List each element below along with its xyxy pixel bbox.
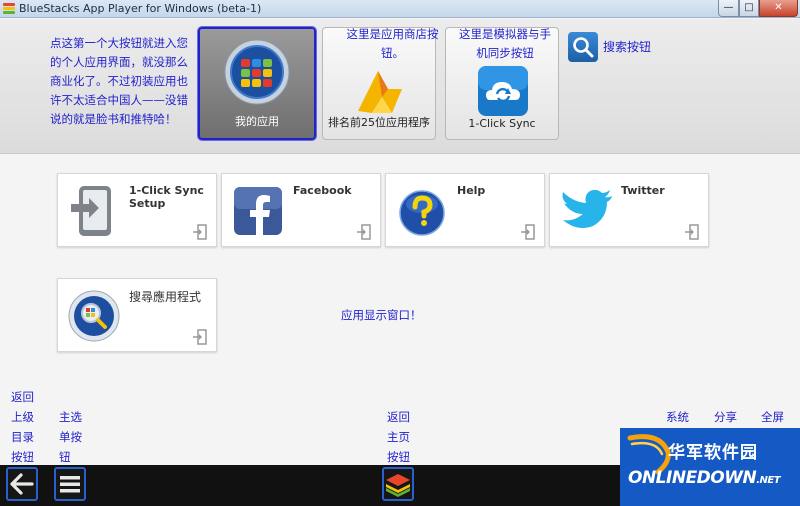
annotation-app-window: 应用显示窗口！ <box>341 308 422 322</box>
back-arrow-icon <box>10 473 34 495</box>
sync-label: 1-Click Sync <box>468 117 536 130</box>
annotation-share: 分享 <box>714 410 737 424</box>
onlinedown-watermark: 华军软件园 ONLINEDOWN.NET <box>620 428 800 506</box>
search-apps-icon <box>68 290 120 342</box>
app-tile-help[interactable]: Help <box>385 173 545 247</box>
my-apps-label: 我的应用 <box>235 115 279 128</box>
enter-icon[interactable] <box>192 329 208 345</box>
annotation-fullscreen: 全屏 <box>761 410 784 424</box>
back-button[interactable] <box>6 467 38 501</box>
annotation-system: 系统 <box>666 410 689 424</box>
watermark-brand: ONLINEDOWN <box>628 468 757 488</box>
app-store-arrow-icon <box>358 71 402 113</box>
bluestacks-home-icon <box>386 474 410 497</box>
help-icon <box>399 190 445 236</box>
annotation-home: 按钮 <box>387 450 410 464</box>
search-icon <box>573 37 594 58</box>
watermark-en-text: ONLINEDOWN.NET <box>628 468 781 488</box>
menu-icon <box>60 476 80 493</box>
app-tile-search-apps[interactable]: 搜尋應用程式 <box>57 278 217 352</box>
app-tile-twitter[interactable]: Twitter <box>549 173 709 247</box>
app-label: Facebook <box>293 184 352 197</box>
annotation-home: 返回 <box>387 410 410 424</box>
top-toolbar: 点这第一个大按钮就进入您的个人应用界面，就没那么商业化了。不过初装应用也许不太适… <box>0 19 800 154</box>
top-apps-label: 排名前25位应用程序 <box>328 116 430 129</box>
bluestacks-logo-icon <box>3 3 15 14</box>
minimize-button[interactable]: — <box>718 0 739 17</box>
phone-sync-icon <box>71 186 111 236</box>
enter-icon[interactable] <box>684 224 700 240</box>
app-label: Twitter <box>621 184 665 197</box>
annotation-back: 上级 <box>11 410 34 424</box>
window-title: BlueStacks App Player for Windows (beta-… <box>19 2 262 15</box>
annotation-back: 目录 <box>11 430 34 444</box>
menu-button[interactable] <box>54 467 86 501</box>
annotation-sync: 这里是模拟器与手机同步按钮 <box>459 27 551 60</box>
annotation-menu: 主选 <box>59 410 82 424</box>
home-button[interactable] <box>382 467 414 501</box>
my-apps-button[interactable]: 我的应用 <box>198 27 316 140</box>
annotation-search: 搜索按钮 <box>603 40 652 54</box>
my-apps-icon <box>224 39 290 105</box>
watermark-suffix: .NET <box>756 475 781 486</box>
cloud-sync-icon <box>478 66 528 116</box>
annotation-my-apps: 点这第一个大按钮就进入您的个人应用界面，就没那么商业化了。不过初装应用也许不太适… <box>50 36 188 126</box>
app-label: Help <box>457 184 486 197</box>
app-tile-facebook[interactable]: Facebook <box>221 173 381 247</box>
search-button[interactable] <box>568 32 598 62</box>
twitter-bird-icon <box>562 189 612 228</box>
enter-icon[interactable] <box>520 224 536 240</box>
annotation-home: 主页 <box>387 430 410 444</box>
app-tile-1-click-sync-setup[interactable]: 1-Click Sync Setup <box>57 173 217 247</box>
annotation-back: 按钮 <box>11 450 34 464</box>
title-bar: BlueStacks App Player for Windows (beta-… <box>0 0 800 18</box>
annotation-menu: 单按 <box>59 430 82 444</box>
annotation-back: 返回 <box>11 390 34 404</box>
app-label: 搜尋應用程式 <box>129 290 202 304</box>
enter-icon[interactable] <box>192 224 208 240</box>
annotation-store: 这里是应用商店按钮。 <box>346 27 439 60</box>
annotation-menu: 钮 <box>59 450 71 464</box>
enter-icon[interactable] <box>356 224 372 240</box>
maximize-button[interactable]: □ <box>739 0 759 17</box>
app-label: 1-Click Sync Setup <box>129 184 204 210</box>
facebook-icon <box>234 187 282 235</box>
watermark-cn-text: 华军软件园 <box>668 443 758 463</box>
close-button[interactable]: ✕ <box>759 0 798 17</box>
